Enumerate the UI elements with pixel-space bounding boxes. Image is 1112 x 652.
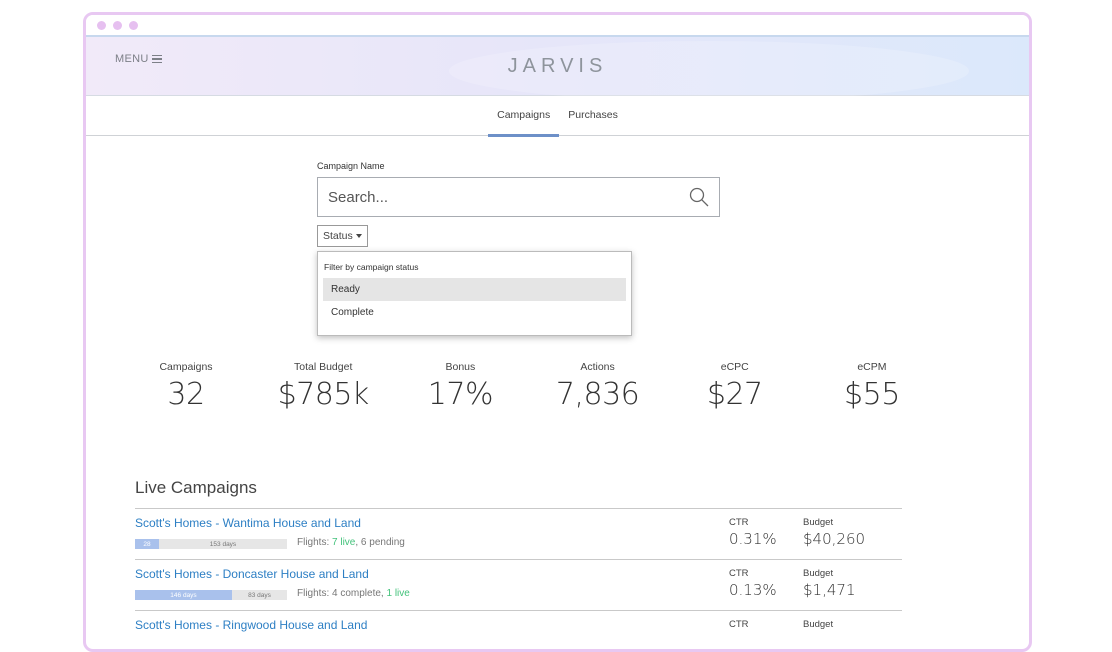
ctr-metric: CTR 0.13% <box>729 568 777 599</box>
stat-value: 17% <box>427 377 494 412</box>
status-label: Status <box>323 230 353 242</box>
brand-logo: JARVIS <box>507 55 608 77</box>
stat-label: eCPM <box>857 361 887 373</box>
status-dropdown-menu: Filter by campaign status Ready Complete <box>317 251 632 336</box>
stat-label: eCPC <box>720 361 749 373</box>
stat-ecpm: eCPM $55 <box>812 361 932 412</box>
live-campaigns-list: Scott's Homes - Wantima House and Land 2… <box>135 508 902 649</box>
stat-ecpc: eCPC $27 <box>675 361 795 412</box>
stat-label: Total Budget <box>293 361 353 373</box>
stat-bonus: Bonus 17% <box>400 361 520 412</box>
summary-stats: Campaigns 32 Total Budget $785k Bonus 17… <box>126 361 932 412</box>
progress-fill: 28 <box>135 539 159 549</box>
window-minimize-dot[interactable] <box>113 20 122 30</box>
caret-down-icon <box>355 234 362 238</box>
status-option-ready[interactable]: Ready <box>323 278 626 301</box>
budget-label: Budget <box>803 619 834 630</box>
budget-metric: Budget $40,260 <box>803 517 865 548</box>
budget-value: $40,260 <box>803 530 866 548</box>
budget-metric: Budget $1,471 <box>803 568 856 599</box>
flights-live: 7 live <box>332 537 356 548</box>
progress-fill: 146 days <box>135 590 232 600</box>
window-maximize-dot[interactable] <box>129 20 138 30</box>
campaign-row: Scott's Homes - Wantima House and Land 2… <box>135 508 902 559</box>
campaign-link[interactable]: Scott's Homes - Ringwood House and Land <box>135 618 367 632</box>
stat-value: $785k <box>277 377 370 412</box>
flights-prefix: Flights: 4 complete, <box>297 588 387 599</box>
status-option-complete[interactable]: Complete <box>323 301 626 324</box>
nav-tabs: Campaigns Purchases <box>86 96 1029 137</box>
campaign-row: Scott's Homes - Doncaster House and Land… <box>135 559 902 610</box>
tab-purchases[interactable]: Purchases <box>559 96 627 136</box>
stat-value: 32 <box>167 377 205 412</box>
campaign-row: Scott's Homes - Ringwood House and Land … <box>135 610 902 649</box>
stat-total-budget: Total Budget $785k <box>263 361 383 412</box>
live-campaigns-heading: Live Campaigns <box>135 478 257 497</box>
budget-value: $1,471 <box>803 581 856 599</box>
progress-remaining: 153 days <box>209 540 237 548</box>
stat-value: $55 <box>844 377 900 412</box>
stat-campaigns: Campaigns 32 <box>126 361 246 412</box>
flights-summary: Flights: 4 complete, 1 live <box>297 588 410 599</box>
flights-live: 1 live <box>386 588 410 599</box>
stat-value: $27 <box>706 377 763 412</box>
search-placeholder: Search... <box>328 188 389 206</box>
stat-label: Bonus <box>445 361 476 373</box>
window-titlebar <box>86 15 1029 35</box>
stat-label: Campaigns <box>159 361 213 373</box>
campaign-link[interactable]: Scott's Homes - Wantima House and Land <box>135 516 361 530</box>
campaign-link[interactable]: Scott's Homes - Doncaster House and Land <box>135 567 369 581</box>
ctr-metric: CTR <box>729 619 749 630</box>
ctr-label: CTR <box>729 568 749 579</box>
ctr-value: 0.13% <box>729 581 777 599</box>
status-filter-button[interactable]: Status <box>317 225 368 247</box>
stat-label: Actions <box>580 361 615 373</box>
ctr-label: CTR <box>729 517 749 528</box>
ctr-metric: CTR 0.31% <box>729 517 777 548</box>
budget-metric: Budget <box>803 619 833 630</box>
budget-label: Budget <box>803 568 834 579</box>
progress-remaining: 83 days <box>248 591 271 599</box>
flights-summary: Flights: 7 live, 6 pending <box>297 537 405 548</box>
flights-prefix: Flights: <box>297 537 333 548</box>
campaign-name-label: Campaign Name <box>317 161 385 171</box>
search-input[interactable]: Search... <box>317 177 720 217</box>
budget-label: Budget <box>803 517 834 528</box>
tab-campaigns[interactable]: Campaigns <box>488 96 560 137</box>
flights-suffix: , 6 pending <box>355 537 405 548</box>
ctr-value: 0.31% <box>729 530 777 548</box>
stat-value: 7,836 <box>555 377 640 412</box>
ctr-label: CTR <box>729 619 749 630</box>
browser-window: MENU JARVIS Campaigns Purchases Campaign… <box>83 12 1032 652</box>
search-icon[interactable] <box>689 187 709 207</box>
app-header: MENU JARVIS <box>86 35 1029 101</box>
stat-actions: Actions 7,836 <box>538 361 658 412</box>
campaign-progress-bar: 146 days 83 days <box>135 590 287 600</box>
window-close-dot[interactable] <box>97 20 106 30</box>
dropdown-header: Filter by campaign status <box>324 262 419 272</box>
campaign-progress-bar: 28 153 days <box>135 539 287 549</box>
